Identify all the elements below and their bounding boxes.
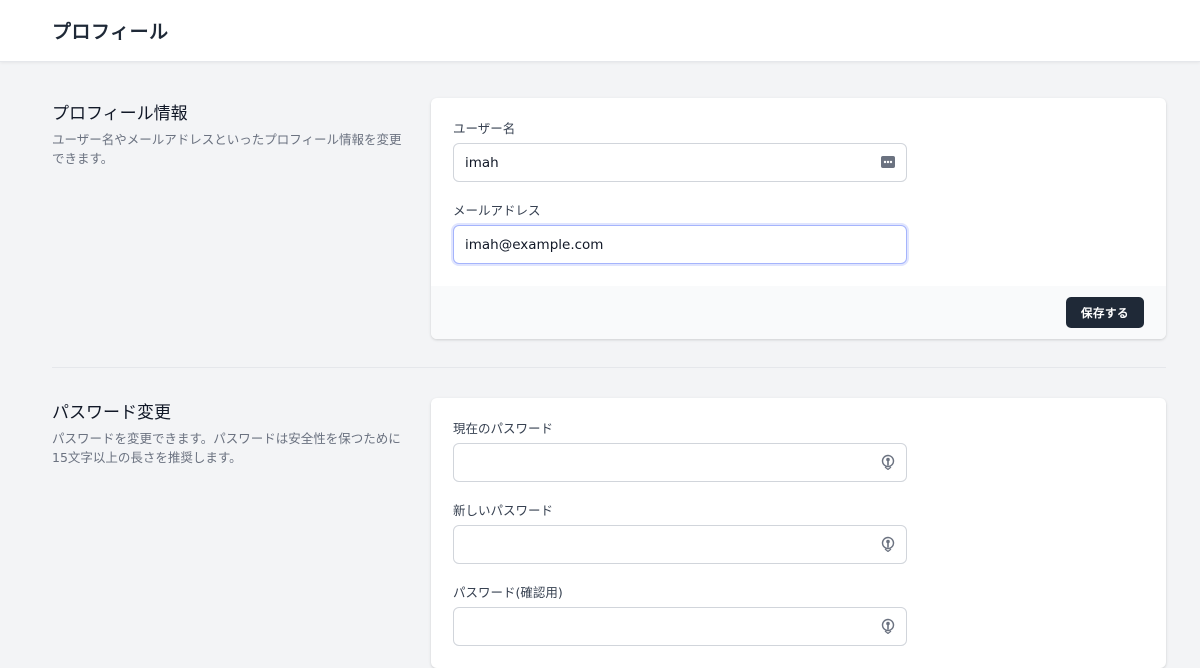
- email-field-group: メールアドレス: [453, 200, 1144, 264]
- email-label: メールアドレス: [453, 203, 541, 218]
- current-password-label: 現在のパスワード: [453, 421, 554, 436]
- username-input[interactable]: [453, 143, 907, 182]
- new-password-input[interactable]: [453, 525, 907, 564]
- key-icon[interactable]: [879, 617, 897, 635]
- section-divider: [52, 367, 1166, 368]
- page-title: プロフィール: [52, 21, 169, 43]
- profile-card: ユーザー名 メールアドレス: [431, 98, 1166, 339]
- key-icon[interactable]: [879, 535, 897, 553]
- profile-card-footer: 保存する: [431, 286, 1166, 339]
- new-password-label: 新しいパスワード: [453, 503, 554, 518]
- username-label: ユーザー名: [453, 121, 516, 136]
- key-icon[interactable]: [879, 453, 897, 471]
- password-section-text: パスワードを変更できます。パスワードは安全性を保つために15文字以上の長さを推奨…: [52, 431, 401, 465]
- confirm-password-field-group: パスワード(確認用): [453, 582, 1144, 646]
- confirm-password-input[interactable]: [453, 607, 907, 646]
- save-button[interactable]: 保存する: [1066, 297, 1144, 328]
- page-header: プロフィール: [0, 0, 1200, 62]
- profile-section-title: プロフィール情報: [52, 104, 188, 124]
- current-password-input[interactable]: [453, 443, 907, 482]
- password-section-description: パスワード変更 パスワードを変更できます。パスワードは安全性を保つために15文字…: [52, 398, 402, 467]
- profile-section-text: ユーザー名やメールアドレスといったプロフィール情報を変更できます。: [52, 132, 402, 166]
- new-password-field-group: 新しいパスワード: [453, 500, 1144, 564]
- password-card: 現在のパスワード 新しいパスワード パスワード(確認用): [431, 398, 1166, 668]
- password-section-title: パスワード変更: [52, 403, 171, 423]
- confirm-password-label: パスワード(確認用): [453, 585, 563, 600]
- username-field-group: ユーザー名: [453, 118, 1144, 182]
- email-input[interactable]: [453, 225, 907, 264]
- profile-section-description: プロフィール情報 ユーザー名やメールアドレスといったプロフィール情報を変更できま…: [52, 99, 412, 168]
- current-password-field-group: 現在のパスワード: [453, 418, 1144, 482]
- password-manager-icon[interactable]: [879, 153, 897, 171]
